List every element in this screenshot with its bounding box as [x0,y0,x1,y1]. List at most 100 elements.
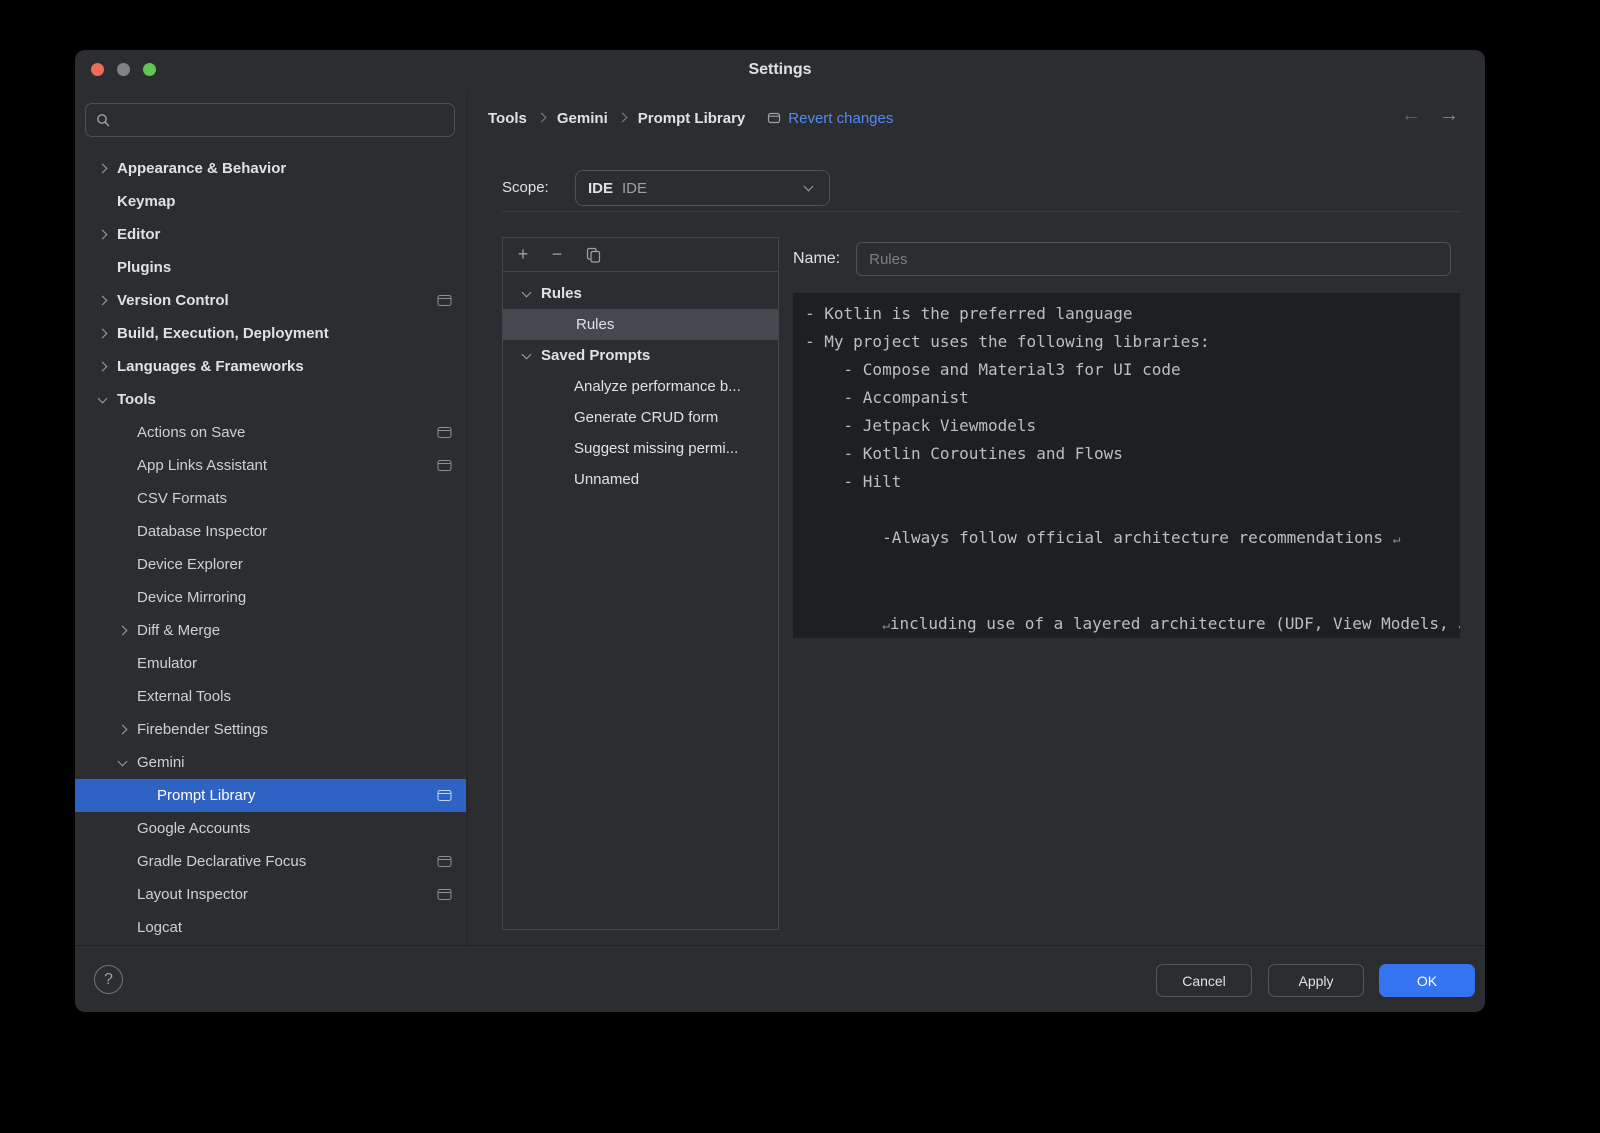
sidebar-item-layout-inspector[interactable]: Layout Inspector [75,878,466,911]
chevron-spacer [115,557,131,573]
prompt-group-label: Saved Prompts [541,347,650,364]
sidebar-item-label: CSV Formats [137,490,227,507]
history-navigation: ← → [1401,104,1459,127]
back-arrow-icon[interactable]: ← [1401,104,1421,127]
breadcrumb-separator-icon [535,111,549,125]
revert-changes-link[interactable]: Revert changes [767,110,893,127]
remove-prompt-button[interactable]: − [545,244,569,265]
forward-arrow-icon[interactable]: → [1439,104,1459,127]
ide-scope-icon [437,888,452,901]
chevron-right-icon [95,161,111,177]
editor-line: - Kotlin is the preferred language [805,300,1450,328]
revert-changes-label: Revert changes [788,110,893,127]
breadcrumb-item-tools[interactable]: Tools [488,110,527,127]
sidebar-item-label: Keymap [117,193,175,210]
sidebar-item-label: External Tools [137,688,231,705]
prompt-item-unnamed[interactable]: Unnamed [503,464,778,495]
minimize-window-button[interactable] [117,63,130,76]
scope-dropdown[interactable]: IDE IDE [575,170,830,206]
breadcrumb-separator-icon [616,111,630,125]
chevron-right-icon [95,227,111,243]
sidebar-item-diff-merge[interactable]: Diff & Merge [75,614,466,647]
sidebar-item-label: Build, Execution, Deployment [117,325,329,342]
prompt-tree: Rules Rules Saved Prompts Analyze perfor… [503,272,778,495]
revert-icon [767,111,781,125]
sidebar-item-appearance-behavior[interactable]: Appearance & Behavior [75,152,466,185]
sidebar-item-label: Database Inspector [137,523,267,540]
search-icon [96,113,111,128]
settings-tree: Appearance & Behavior Keymap Editor Plug… [75,152,466,944]
chevron-spacer [115,590,131,606]
prompt-group-saved-prompts[interactable]: Saved Prompts [503,340,778,371]
cancel-button[interactable]: Cancel [1156,964,1252,997]
sidebar-item-version-control[interactable]: Version Control [75,284,466,317]
settings-search-box[interactable] [85,103,455,137]
sidebar-item-firebender-settings[interactable]: Firebender Settings [75,713,466,746]
sidebar-item-label: Appearance & Behavior [117,160,286,177]
prompt-item-analyze-performance[interactable]: Analyze performance b... [503,371,778,402]
zoom-window-button[interactable] [143,63,156,76]
scope-value: IDE [622,180,647,197]
sidebar-item-label: Plugins [117,259,171,276]
chevron-spacer [115,854,131,870]
sidebar-item-google-accounts[interactable]: Google Accounts [75,812,466,845]
prompt-name-input[interactable] [856,242,1451,276]
chevron-down-icon [115,755,131,771]
chevron-spacer [135,788,151,804]
chevron-right-icon [95,293,111,309]
chevron-spacer [115,425,131,441]
sidebar-item-label: Logcat [137,919,182,936]
chevron-right-icon [95,326,111,342]
prompt-editor[interactable]: - Kotlin is the preferred language - My … [793,293,1460,638]
sidebar-item-editor[interactable]: Editor [75,218,466,251]
chevron-spacer [115,887,131,903]
sidebar-item-gemini[interactable]: Gemini [75,746,466,779]
sidebar-item-plugins[interactable]: Plugins [75,251,466,284]
sidebar-item-app-links-assistant[interactable]: App Links Assistant [75,449,466,482]
add-prompt-button[interactable]: + [511,244,535,265]
search-input[interactable] [111,112,444,128]
sidebar-item-database-inspector[interactable]: Database Inspector [75,515,466,548]
prompt-item-generate-crud-form[interactable]: Generate CRUD form [503,402,778,433]
sidebar-item-actions-on-save[interactable]: Actions on Save [75,416,466,449]
close-window-button[interactable] [91,63,104,76]
name-label: Name: [793,250,840,268]
sidebar-item-device-explorer[interactable]: Device Explorer [75,548,466,581]
copy-prompt-button[interactable] [581,247,605,263]
ide-scope-icon [437,855,452,868]
editor-line: - My project uses the following librarie… [805,328,1450,356]
window-title: Settings [748,61,811,79]
sidebar-item-logcat[interactable]: Logcat [75,911,466,944]
prompt-item-suggest-missing-permissions[interactable]: Suggest missing permi... [503,433,778,464]
soft-wrap-icon: ↵ [882,618,890,633]
breadcrumb-item-gemini[interactable]: Gemini [557,110,608,127]
prompt-group-label: Rules [541,285,582,302]
sidebar-item-tools[interactable]: Tools [75,383,466,416]
sidebar-item-device-mirroring[interactable]: Device Mirroring [75,581,466,614]
ok-button[interactable]: OK [1379,964,1475,997]
editor-line: - Accompanist [805,384,1450,412]
sidebar-item-prompt-library[interactable]: Prompt Library [75,779,466,812]
sidebar-item-emulator[interactable]: Emulator [75,647,466,680]
sidebar-item-languages-frameworks[interactable]: Languages & Frameworks [75,350,466,383]
help-button[interactable]: ? [94,965,123,994]
settings-sidebar: Appearance & Behavior Keymap Editor Plug… [75,90,468,945]
prompt-item-rules[interactable]: Rules [503,309,778,340]
chevron-spacer [115,689,131,705]
help-icon: ? [104,971,113,989]
soft-wrap-icon: ↵ [1458,618,1460,633]
sidebar-item-csv-formats[interactable]: CSV Formats [75,482,466,515]
dialog-footer: ? Cancel Apply OK [75,945,1485,1012]
sidebar-item-external-tools[interactable]: External Tools [75,680,466,713]
apply-button[interactable]: Apply [1268,964,1364,997]
breadcrumb-item-prompt-library[interactable]: Prompt Library [638,110,746,127]
sidebar-item-label: Actions on Save [137,424,245,441]
prompt-group-rules[interactable]: Rules [503,278,778,309]
sidebar-item-keymap[interactable]: Keymap [75,185,466,218]
prompt-item-label: Rules [576,316,614,333]
section-divider [502,211,1460,212]
sidebar-item-label: Device Mirroring [137,589,246,606]
sidebar-item-build-execution-deployment[interactable]: Build, Execution, Deployment [75,317,466,350]
sidebar-item-gradle-declarative-focus[interactable]: Gradle Declarative Focus [75,845,466,878]
sidebar-item-label: Device Explorer [137,556,243,573]
